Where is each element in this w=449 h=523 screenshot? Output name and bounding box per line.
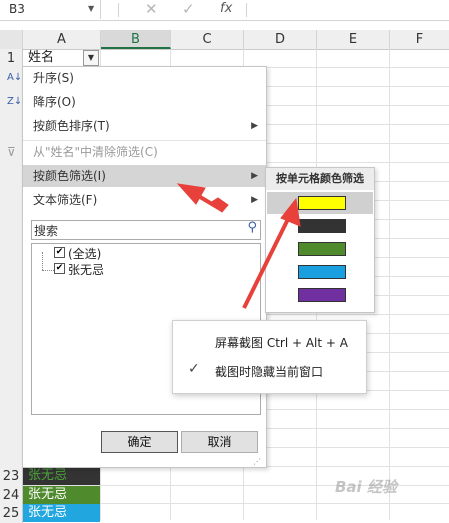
- arrow-head: [176, 183, 206, 205]
- arrow-to-yellow-swatch: [242, 214, 292, 309]
- annotation-arrows: [176, 183, 301, 309]
- arrow-tail: [209, 197, 229, 213]
- watermark-logo: Bai 经验: [335, 478, 397, 496]
- arrow-head: [280, 197, 301, 227]
